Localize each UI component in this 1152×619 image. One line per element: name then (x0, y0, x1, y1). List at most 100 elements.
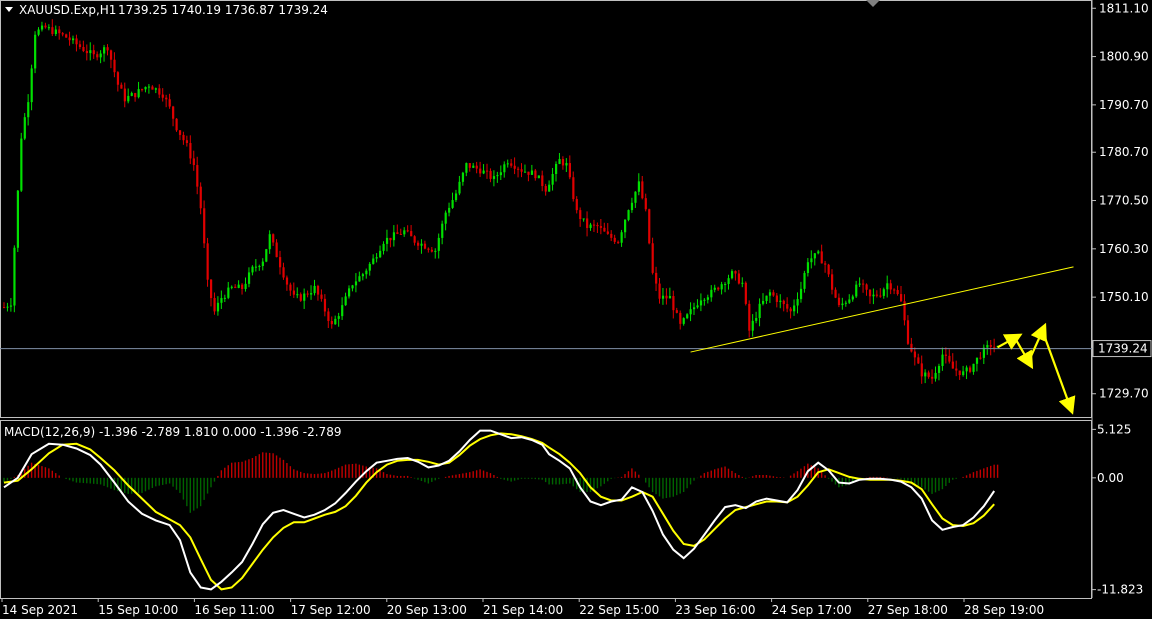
candle-body (806, 262, 810, 274)
candle-body (427, 248, 430, 250)
candle-body (65, 34, 68, 38)
candle-body (68, 37, 71, 41)
candle-body (185, 140, 189, 143)
candle-body (644, 198, 647, 210)
candle-body (109, 50, 113, 60)
candle-body (582, 218, 585, 220)
candle-body (92, 50, 95, 55)
candle-body (82, 46, 85, 51)
candle-body (937, 365, 941, 373)
candle-body (603, 227, 606, 232)
candle-body (734, 271, 737, 274)
candle-body (944, 354, 948, 356)
candle-body (882, 289, 885, 296)
candle-body (651, 243, 654, 273)
macd-tick-label: 0.00 (1097, 471, 1124, 485)
candle-body (241, 284, 244, 289)
time-tick-label: 24 Sep 17:00 (772, 603, 852, 617)
candle-body (392, 232, 396, 241)
candle-body (175, 118, 178, 131)
candle-body (247, 272, 251, 284)
candle-body (913, 351, 916, 358)
candle-body (210, 279, 213, 299)
candle-body (178, 130, 182, 135)
candle-body (237, 284, 240, 288)
candle-body (586, 218, 589, 228)
candle-body (144, 86, 147, 90)
candle-body (872, 294, 875, 297)
symbol-dropdown-icon[interactable] (5, 7, 13, 12)
candle-body (737, 273, 741, 284)
time-tick-label: 23 Sep 16:00 (675, 603, 755, 617)
candle-body (234, 286, 237, 288)
candle-body (330, 320, 333, 325)
candle-body (385, 237, 389, 244)
candle-body (151, 86, 154, 90)
candle-body (437, 237, 440, 251)
candle-body (16, 190, 19, 248)
candle-body (730, 271, 734, 279)
candle-body (527, 171, 530, 175)
candle-body (896, 290, 899, 295)
candle-body (565, 163, 568, 166)
projection-arrow (997, 333, 1023, 350)
candle-body (596, 225, 599, 227)
candle-body (220, 298, 223, 303)
candle-body (720, 284, 723, 290)
candle-body (72, 38, 75, 41)
candle-body (365, 270, 368, 275)
candle-body (548, 184, 551, 192)
candle-body (703, 299, 706, 301)
candle-body (216, 302, 220, 312)
time-tick-label: 16 Sep 11:00 (194, 603, 274, 617)
candle-body (810, 258, 813, 263)
candle-body (327, 311, 330, 321)
candle-body (403, 230, 406, 235)
time-axis: 14 Sep 2021 15 Sep 10:00 16 Sep 11:00 17 Se… (1, 598, 1044, 617)
candle-body (261, 261, 264, 267)
candle-body (40, 25, 44, 30)
candle-body (468, 163, 471, 168)
chart-shift-marker[interactable] (866, 0, 880, 7)
candle-body (223, 297, 226, 299)
candle-body (513, 165, 516, 169)
candle-body (389, 237, 392, 241)
macd-tick-label: 5.125 (1097, 422, 1131, 436)
candle-body (979, 357, 982, 359)
candle-body (123, 88, 126, 102)
main-chart-frame (0, 0, 1092, 418)
candle-body (213, 298, 216, 312)
candle-body (465, 163, 468, 173)
candle-body (441, 223, 444, 238)
candle-body (420, 243, 423, 246)
candle-body (306, 293, 309, 295)
candle-body (768, 292, 772, 296)
candle-body (889, 283, 892, 290)
candle-body (9, 305, 13, 307)
candle-body (489, 170, 492, 179)
candle-body (344, 296, 347, 306)
candle-body (51, 27, 54, 35)
candle-body (265, 249, 268, 262)
candle-body (348, 288, 351, 297)
candle-body (551, 173, 554, 185)
projection-arrow (1013, 337, 1034, 370)
candle-body (744, 282, 747, 304)
price-tick-label: 1750.10 (1099, 290, 1149, 304)
macd-axis: 5.125 0.00 -11.823 (1092, 422, 1143, 597)
candle-body (134, 93, 137, 98)
candle-body (706, 297, 709, 300)
candle-body (116, 72, 120, 85)
candle-body (931, 376, 934, 379)
candle-body (751, 320, 754, 331)
candle-body (624, 219, 627, 233)
candle-body (61, 33, 64, 35)
candle-body (592, 224, 596, 226)
candle-body (113, 59, 116, 73)
candle-body (106, 47, 109, 51)
candle-body (192, 158, 195, 166)
candle-body (85, 50, 88, 54)
price-tick-label: 1770.50 (1099, 194, 1149, 208)
time-tick-label: 20 Sep 13:00 (387, 603, 467, 617)
candle-body (613, 237, 616, 242)
